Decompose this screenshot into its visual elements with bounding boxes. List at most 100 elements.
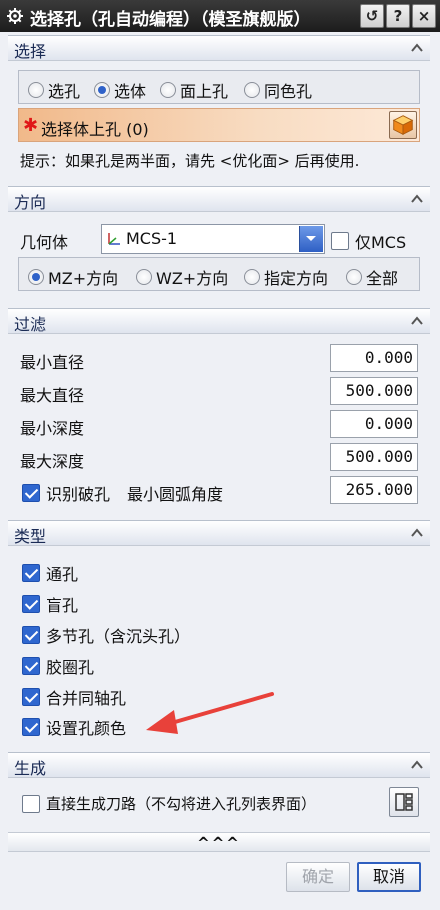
section-header-filter[interactable]: 过滤 — [8, 308, 430, 334]
o-ring-hole-checkbox[interactable]: 胶圈孔 — [22, 654, 94, 678]
broken-hole-label: 识别破孔 — [46, 485, 111, 504]
checkbox-label: 盲孔 — [46, 596, 79, 615]
list-icon — [395, 793, 413, 811]
close-icon[interactable]: × — [412, 4, 436, 28]
section-title: 方向 — [14, 193, 47, 212]
gear-icon[interactable] — [6, 7, 24, 25]
direct-toolpath-label: 直接生成刀路（不勾将进入孔列表界面） — [46, 795, 317, 813]
geometry-value: MCS-1 — [126, 229, 178, 248]
annotation-arrow-icon — [146, 692, 274, 734]
max-diameter-label: 最大直径 — [20, 386, 85, 405]
section-title: 类型 — [14, 527, 47, 546]
coordinate-system-icon — [108, 233, 120, 245]
min-diameter-input[interactable]: 0.000 — [330, 344, 418, 372]
blind-hole-checkbox[interactable]: 盲孔 — [22, 592, 78, 616]
chevron-up-icon[interactable] — [410, 758, 424, 772]
select-body-hole-label: 选择体上孔 (0) — [41, 120, 149, 139]
section-title: 选择 — [14, 42, 47, 61]
section-header-type[interactable]: 类型 — [8, 520, 430, 546]
hole-list-button[interactable] — [389, 787, 419, 817]
min-arc-angle-label: 最小圆弧角度 — [127, 485, 224, 504]
section-header-generate[interactable]: 生成 — [8, 752, 430, 778]
merge-coaxial-holes-checkbox[interactable]: 合并同轴孔 — [22, 685, 126, 709]
radio-button[interactable] — [28, 82, 44, 98]
radio-label: 选体 — [114, 82, 147, 101]
ok-button[interactable]: 确定 — [286, 862, 350, 892]
multi-step-hole-checkbox[interactable]: 多节孔（含沉头孔） — [22, 623, 190, 647]
checkbox-label: 多节孔（含沉头孔） — [46, 627, 191, 646]
radio-mz-direction[interactable]: MZ+方向 — [28, 265, 118, 289]
section-header-select[interactable]: 选择 — [8, 35, 430, 61]
title-bar: 选择孔（孔自动编程）（模圣旗舰版） ↺ ? × — [0, 0, 440, 32]
cube-icon — [392, 115, 414, 136]
chevron-up-icon[interactable] — [410, 314, 424, 328]
min-depth-input[interactable]: 0.000 — [330, 410, 418, 438]
checkbox-box[interactable] — [22, 564, 40, 582]
radio-label: 同色孔 — [264, 82, 313, 101]
chevron-up-icon[interactable] — [410, 192, 424, 206]
checkbox-label: 胶圈孔 — [46, 658, 95, 677]
only-mcs-checkbox[interactable]: 仅MCS — [331, 229, 406, 253]
radio-button[interactable] — [244, 82, 260, 98]
only-mcs-label: 仅MCS — [355, 233, 407, 252]
checkbox-box[interactable] — [22, 794, 40, 813]
help-icon[interactable]: ? — [386, 4, 410, 28]
radio-label: WZ+方向 — [156, 269, 229, 288]
radio-select-hole[interactable]: 选孔 — [28, 78, 80, 102]
checkbox-label: 通孔 — [46, 565, 79, 584]
required-star-icon: ✱ — [23, 115, 39, 136]
radio-label: 指定方向 — [264, 269, 329, 288]
max-depth-input[interactable]: 500.000 — [330, 443, 418, 471]
checkbox-label: 设置孔颜色 — [46, 719, 127, 738]
select-body-button[interactable] — [389, 111, 417, 139]
checkbox-box[interactable] — [331, 232, 349, 250]
radio-select-body[interactable]: 选体 — [94, 78, 146, 102]
min-depth-label: 最小深度 — [20, 419, 85, 438]
section-header-direction[interactable]: 方向 — [8, 186, 430, 212]
broken-hole-checkbox[interactable]: 识别破孔 — [22, 481, 110, 505]
set-hole-color-checkbox[interactable]: 设置孔颜色 — [22, 715, 126, 739]
window-title: 选择孔（孔自动编程）（模圣旗舰版） — [30, 10, 311, 30]
chevron-down-icon — [306, 236, 316, 241]
radio-label: MZ+方向 — [48, 269, 119, 288]
radio-specify-direction[interactable]: 指定方向 — [244, 265, 328, 289]
min-arc-angle-input[interactable]: 265.000 — [330, 476, 418, 504]
checkbox-box[interactable] — [22, 626, 40, 644]
hint-text: 提示：如果孔是两半面，请先 <优化面> 后再使用. — [20, 152, 360, 170]
checkbox-box[interactable] — [22, 688, 40, 706]
radio-face-hole[interactable]: 面上孔 — [160, 78, 228, 102]
radio-button[interactable] — [244, 269, 260, 285]
dropdown-button[interactable] — [299, 226, 323, 252]
radio-button[interactable] — [160, 82, 176, 98]
chevron-up-icon[interactable] — [410, 526, 424, 540]
section-title: 生成 — [14, 759, 47, 778]
select-body-hole-bar[interactable]: ✱ 选择体上孔 (0) — [18, 108, 420, 142]
geometry-label: 几何体 — [20, 233, 69, 252]
radio-same-color-hole[interactable]: 同色孔 — [244, 78, 312, 102]
direct-toolpath-checkbox[interactable]: 直接生成刀路（不勾将进入孔列表界面） — [22, 793, 316, 814]
more-options-toggle[interactable]: ^^^ — [8, 832, 430, 852]
section-title: 过滤 — [14, 315, 47, 334]
max-diameter-input[interactable]: 500.000 — [330, 377, 418, 405]
radio-button[interactable] — [94, 82, 110, 98]
undo-icon[interactable]: ↺ — [360, 4, 384, 28]
through-hole-checkbox[interactable]: 通孔 — [22, 561, 78, 585]
radio-button[interactable] — [28, 269, 44, 285]
checkbox-box[interactable] — [22, 595, 40, 613]
radio-wz-direction[interactable]: WZ+方向 — [136, 265, 228, 289]
max-depth-label: 最大深度 — [20, 452, 85, 471]
radio-all-directions[interactable]: 全部 — [346, 265, 398, 289]
checkbox-box[interactable] — [22, 484, 40, 502]
geometry-dropdown[interactable]: MCS-1 — [101, 224, 325, 254]
radio-label: 全部 — [366, 269, 399, 288]
checkbox-box[interactable] — [22, 718, 40, 736]
chevron-up-icon[interactable] — [410, 41, 424, 55]
radio-button[interactable] — [346, 269, 362, 285]
radio-label: 选孔 — [48, 82, 81, 101]
checkbox-label: 合并同轴孔 — [46, 689, 127, 708]
min-diameter-label: 最小直径 — [20, 353, 85, 372]
radio-button[interactable] — [136, 269, 152, 285]
checkbox-box[interactable] — [22, 657, 40, 675]
radio-label: 面上孔 — [180, 82, 229, 101]
cancel-button[interactable]: 取消 — [357, 862, 421, 892]
